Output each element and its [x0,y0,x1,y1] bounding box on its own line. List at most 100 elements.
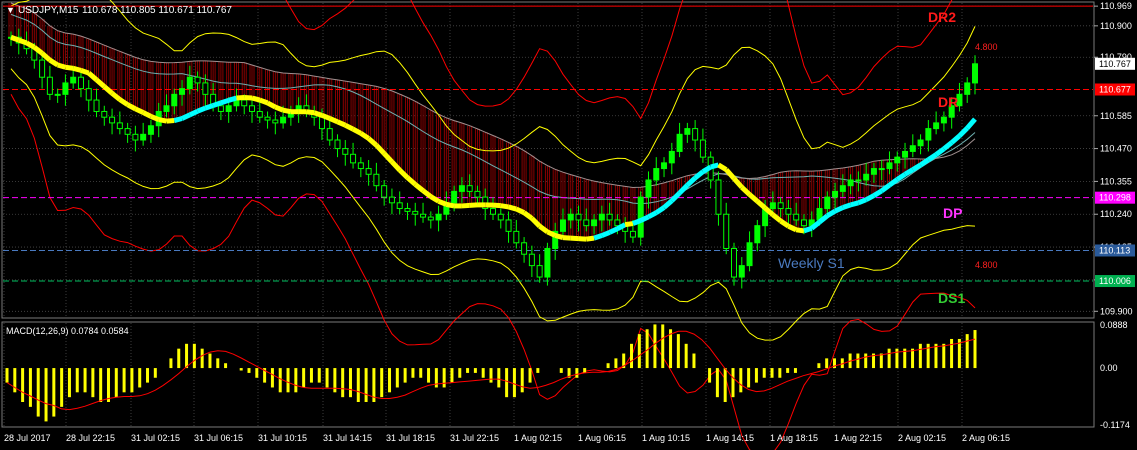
ma-fast-segment [578,236,587,242]
ma-fast-segment [957,126,969,138]
ma-fast-segment [803,225,813,234]
candle-body [684,128,691,135]
ma-fast-segment [397,168,410,180]
ma-fast-segment [40,51,52,62]
price-badge-label: 110.767 [1099,59,1131,69]
ma-fast-segment [180,112,191,121]
chart-canvas[interactable]: 110.969110.900110.790110.585110.470110.3… [0,0,1137,450]
candle-body [70,76,77,84]
ma-fast-segment [492,202,501,209]
time-tick-label: 28 Jul 2017 [4,433,51,443]
candle-body [93,99,100,112]
level-label-dr: DR [938,94,958,110]
candle-body [62,82,69,95]
ma-fast-segment [624,221,634,228]
ma-fast-segment [554,233,564,241]
ma-fast-segment [87,71,99,82]
macd-tick-label: 0.00 [1100,363,1118,373]
candle-body [217,105,224,112]
ma-fast-segment [522,210,534,221]
candle-body [870,168,877,175]
ma-fast-segment [654,205,666,215]
ma-fast-segment [826,208,837,218]
candle-body [163,105,170,112]
ma-fast-segment [693,169,705,180]
mt4-chart-window[interactable]: 110.969 110.900 110.790 110.585 110.470 110.3… [0,0,1137,450]
ma-fast-segment [188,108,199,118]
ma-fast-segment [313,110,323,118]
ma-fast-segment [56,62,67,70]
candle-body [116,122,123,130]
bb-upper-label: 4.800 [975,42,998,52]
candle-body [917,139,924,147]
ma-fast-segment [321,113,331,121]
candle-body [536,265,543,278]
ma-fast-segment [747,192,759,204]
chart-dropdown-icon[interactable]: ▼ [6,5,15,15]
candle-body [171,93,178,107]
time-tick-label: 31 Jul 02:15 [131,433,180,443]
time-tick-label: 2 Aug 02:15 [898,433,946,443]
ma-fast-segment [647,210,658,220]
ma-fast-segment [888,177,899,188]
ma-fast-segment [166,118,175,124]
ma-fast-segment [546,229,557,238]
ma-fast-segment [405,175,417,187]
ma-fast-segment [65,64,74,71]
candle-body [109,116,116,124]
candle-body [668,150,675,164]
ma-fast-segment [562,235,571,241]
pivot-levels [3,5,1093,282]
candle-body [147,125,154,135]
price-badge-label: 110.113 [1099,245,1130,255]
level-label-ds1: DS1 [938,290,965,306]
candle-body [474,190,481,198]
candle-body [575,213,582,221]
candle-body [940,116,947,124]
candle-body [140,133,147,141]
macd-indicator [5,324,977,422]
macd-tick-label: -0.1174 [1100,420,1130,430]
candle-body [777,202,784,210]
candle-body [435,213,442,221]
ma-fast-segment [500,203,509,210]
ma-fast-segment [158,117,167,124]
ma-fast-segment [134,106,145,115]
ma-fast-segment [732,176,744,189]
time-tick-label: 1 Aug 14:15 [706,433,754,443]
price-tick-label: 110.470 [1100,144,1132,154]
candle-body [723,213,730,249]
ma-fast-segment [600,230,611,238]
ma-fast-segment [795,227,805,234]
candle-body [793,213,800,221]
candle-body [878,168,885,171]
macd-axis: 0.0888 0.00 -0.1174 [1100,320,1130,430]
level-label-dp: DP [943,205,962,221]
time-tick-label: 1 Aug 10:15 [642,433,690,443]
ma-fast-segment [857,197,868,206]
candle-body [598,213,605,221]
ma-fast-segment [965,117,977,130]
ma-fast-segment [507,204,517,212]
price-tick-label: 110.240 [1100,209,1132,219]
candle-body [194,76,201,84]
candle-body [451,190,458,204]
ma-fast-segment [374,143,386,156]
ma-fast-segment [220,97,230,106]
ma-fast-segment [336,119,347,128]
candle-body [964,82,971,95]
candle-body [824,196,831,210]
candle-body [241,99,248,107]
candle-body [490,208,496,215]
candle-body [334,139,341,150]
ma-fast-segment [94,77,106,89]
candle-body [264,116,271,121]
bb-outer-upper [285,0,953,120]
ma-fast-segment [437,198,448,207]
candle-body [497,213,504,221]
candle-body [902,150,909,158]
candle-body [388,196,395,204]
ma-fast-segment [608,226,619,235]
candle-body [567,213,574,221]
candle-body [202,82,209,95]
